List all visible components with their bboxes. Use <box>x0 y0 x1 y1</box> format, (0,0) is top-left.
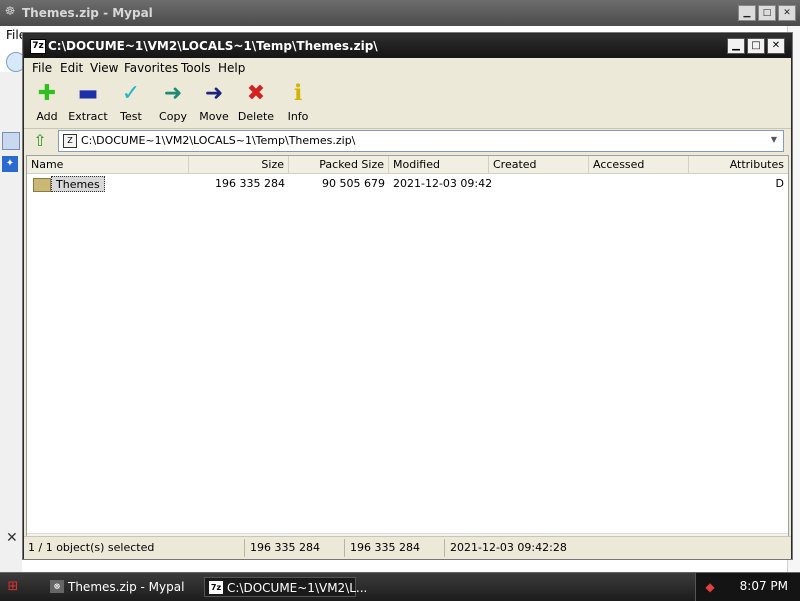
start-icon[interactable]: ⊞ <box>4 579 22 595</box>
test-label: Test <box>120 110 142 123</box>
column-modified[interactable]: Modified <box>389 156 489 173</box>
column-created[interactable]: Created <box>489 156 589 173</box>
column-size[interactable]: Size <box>189 156 289 173</box>
info-label: Info <box>287 110 309 123</box>
copy-label: Copy <box>159 110 187 123</box>
status-divider <box>344 539 345 557</box>
plus-icon: ✚ <box>37 81 57 106</box>
column-packed-size[interactable]: Packed Size <box>289 156 389 173</box>
taskbar-item-label: C:\DOCUME~1\VM2\L... <box>227 581 368 595</box>
row-packed-size: 90 505 679 <box>322 177 385 190</box>
window-title: C:\DOCUME~1\VM2\LOCALS~1\Temp\Themes.zip… <box>48 39 378 53</box>
clock: 8:07 PM <box>739 579 788 593</box>
minimize-button[interactable]: ▁ <box>727 38 745 54</box>
row-created <box>489 176 589 192</box>
column-name[interactable]: Name <box>27 156 189 173</box>
delete-label: Delete <box>237 110 275 123</box>
menu-tools[interactable]: Tools <box>181 61 211 75</box>
status-total: 196 335 284 <box>350 541 420 554</box>
menu-bar: File Edit View Favorites Tools Help <box>24 58 791 78</box>
taskbar-item-mypal[interactable]: ☸ Themes.zip - Mypal <box>46 577 196 597</box>
taskbar-item-7zip[interactable]: 7z C:\DOCUME~1\VM2\L... <box>204 577 367 597</box>
status-divider <box>244 539 245 557</box>
menu-edit[interactable]: Edit <box>60 61 83 75</box>
info-icon: ℹ <box>293 81 303 106</box>
address-path: C:\DOCUME~1\VM2\LOCALS~1\Temp\Themes.zip… <box>81 134 356 147</box>
column-accessed[interactable]: Accessed <box>589 156 689 173</box>
delete-button[interactable]: ✖ Delete <box>235 81 277 124</box>
sevenzip-icon: 7z <box>209 581 223 594</box>
list-header: Name Size Packed Size Modified Created A… <box>27 156 788 174</box>
minus-icon: ▬ <box>77 81 99 106</box>
move-button[interactable]: ➜ Move <box>193 81 235 124</box>
row-size: 196 335 284 <box>215 177 285 190</box>
row-modified: 2021-12-03 09:42 <box>393 177 493 190</box>
delete-x-icon: ✖ <box>246 81 266 106</box>
close-button[interactable]: ✕ <box>767 38 785 54</box>
background-sidebar: ✦ <box>0 72 22 572</box>
column-attributes[interactable]: Attributes <box>689 156 788 173</box>
folder-icon <box>33 178 51 192</box>
menu-file[interactable]: File <box>32 61 52 75</box>
status-selection: 1 / 1 object(s) selected <box>28 541 155 554</box>
sevenzip-window: 7z C:\DOCUME~1\VM2\LOCALS~1\Temp\Themes.… <box>23 33 792 559</box>
move-label: Move <box>199 110 229 123</box>
add-button[interactable]: ✚ Add <box>26 81 68 124</box>
background-window-title: Themes.zip - Mypal <box>22 6 153 20</box>
status-size: 196 335 284 <box>250 541 320 554</box>
window-titlebar[interactable]: 7z C:\DOCUME~1\VM2\LOCALS~1\Temp\Themes.… <box>24 34 791 58</box>
row-name: Themes <box>51 176 105 192</box>
zip-archive-icon: Z <box>63 134 77 148</box>
taskbar: ⊞ ☸ Themes.zip - Mypal 7z C:\DOCUME~1\VM… <box>0 572 800 601</box>
status-divider <box>444 539 445 557</box>
background-close-button[interactable]: ✕ <box>778 5 796 21</box>
copy-button[interactable]: ➜ Copy <box>152 81 194 124</box>
mypal-icon: ☸ <box>4 4 16 18</box>
taskbar-item-label: Themes.zip - Mypal <box>68 580 185 594</box>
address-field[interactable]: Z C:\DOCUME~1\VM2\LOCALS~1\Temp\Themes.z… <box>58 130 784 152</box>
menu-help[interactable]: Help <box>218 61 245 75</box>
row-attributes: D <box>775 177 784 190</box>
test-button[interactable]: ✓ Test <box>110 81 152 124</box>
move-arrow-icon: ➜ <box>204 81 224 106</box>
status-modified: 2021-12-03 09:42:28 <box>450 541 567 554</box>
table-row[interactable]: Themes 196 335 284 90 505 679 2021-12-03… <box>27 176 788 192</box>
background-close-icon[interactable]: ✕ <box>6 530 18 546</box>
background-dropbox-icon[interactable]: ✦ <box>2 156 18 172</box>
background-window-titlebar: ☸ Themes.zip - Mypal ▁ □ ✕ <box>0 0 800 26</box>
mypal-icon: ☸ <box>50 580 64 593</box>
menu-favorites[interactable]: Favorites <box>124 61 178 75</box>
extract-label: Extract <box>68 110 108 123</box>
add-label: Add <box>36 110 58 123</box>
system-tray: ◆ 8:07 PM <box>695 573 800 601</box>
file-list[interactable]: Name Size Packed Size Modified Created A… <box>26 155 789 552</box>
background-window-controls: ▁ □ ✕ <box>738 5 796 21</box>
tray-icon[interactable]: ◆ <box>702 579 718 595</box>
check-icon: ✓ <box>121 81 141 106</box>
background-maximize-button[interactable]: □ <box>758 5 776 21</box>
chevron-down-icon[interactable]: ▼ <box>767 133 781 147</box>
maximize-button[interactable]: □ <box>747 38 765 54</box>
address-row: ⇧ Z C:\DOCUME~1\VM2\LOCALS~1\Temp\Themes… <box>24 129 791 153</box>
extract-button[interactable]: ▬ Extract <box>67 81 109 124</box>
sevenzip-icon: 7z <box>30 39 46 54</box>
status-bar: 1 / 1 object(s) selected 196 335 284 196… <box>24 536 791 559</box>
toolbar: ✚ Add ▬ Extract ✓ Test ➜ Copy ➜ Move ✖ D… <box>24 78 791 129</box>
menu-view[interactable]: View <box>90 61 118 75</box>
row-accessed <box>589 176 689 192</box>
folder-up-icon[interactable]: ⇧ <box>30 131 50 151</box>
info-button[interactable]: ℹ Info <box>277 81 319 124</box>
copy-arrow-icon: ➜ <box>163 81 183 106</box>
background-minimize-button[interactable]: ▁ <box>738 5 756 21</box>
window-controls: ▁ □ ✕ <box>727 38 785 54</box>
background-search-icon[interactable] <box>2 132 20 150</box>
